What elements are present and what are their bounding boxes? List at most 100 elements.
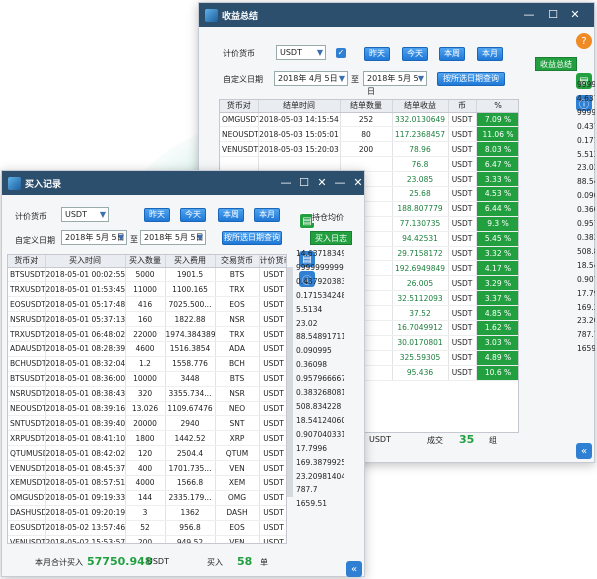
- table-cell: 20000: [125, 415, 166, 432]
- table-cell: USDT: [448, 260, 477, 277]
- list-item: 1659.51: [296, 499, 328, 509]
- column-header[interactable]: 币: [448, 100, 477, 113]
- column-header[interactable]: 结单收益: [392, 100, 449, 113]
- profit-summary-tag[interactable]: 收益总结: [535, 57, 577, 71]
- table-row[interactable]: BTSUSDT 2018-05-01 00:02:55 5000 1901.5 BTS U…: [8, 267, 286, 283]
- date-from-select[interactable]: 2018年 5月 5日 ▼: [61, 230, 127, 245]
- table-cell: TRX: [215, 326, 260, 342]
- table-row[interactable]: XEMUSDT 2018-05-01 08:57:51 4000 1566.8 XEM U…: [8, 475, 286, 491]
- table-row[interactable]: OMGUSDT 2018-05-01 09:19:33 144 2335.179...…: [8, 490, 286, 506]
- column-header[interactable]: 计价货币: [259, 255, 286, 268]
- chevron-down-icon: ▼: [417, 74, 424, 83]
- today-button[interactable]: 今天: [180, 208, 206, 222]
- table-row[interactable]: XRPUSDT 2018-05-01 08:41:10 1800 1442.52 XRP…: [8, 430, 286, 447]
- scrollbar[interactable]: [287, 267, 293, 497]
- checkbox-icon[interactable]: ✓: [336, 48, 346, 58]
- table-cell: 200: [125, 535, 166, 543]
- month-button[interactable]: 本月: [254, 208, 280, 222]
- column-header[interactable]: 买入数量: [125, 255, 166, 268]
- column-header[interactable]: 买入时间: [45, 255, 126, 268]
- list-item: 0.171534248: [296, 290, 344, 300]
- week-button[interactable]: 本周: [218, 208, 244, 222]
- table-cell: 2018-05-03 14:15:54: [258, 112, 341, 128]
- table-cell: XRP: [215, 430, 260, 447]
- date-from-select[interactable]: 2018年 4月 5日 ▼: [274, 71, 348, 86]
- table-row[interactable]: VENUSDT 2018-05-02 15:53:57 200 949.52 VEN US…: [8, 535, 286, 543]
- collapse-icon[interactable]: «: [576, 443, 592, 459]
- close-icon[interactable]: ✕: [567, 3, 583, 27]
- table-cell: 200: [340, 141, 393, 158]
- list-item: 1659.51: [577, 344, 595, 354]
- table-cell: 1.62 %: [476, 320, 518, 336]
- table-cell: TRXUSDT: [8, 281, 46, 298]
- table-row[interactable]: BTSUSDT 2018-05-01 08:36:00 10000 3448 BTS US…: [8, 371, 286, 387]
- table-cell: 6.44 %: [476, 201, 518, 217]
- table-row[interactable]: DASHUSDT2018-05-01 09:20:1931362DASHUSDT: [8, 505, 286, 521]
- table-row[interactable]: EOSUSDT 2018-05-02 13:57:46 52 956.8 EOS USDT: [8, 520, 286, 536]
- query-button[interactable]: 按所选日期查询: [222, 231, 282, 245]
- table-cell: BTS: [215, 267, 260, 283]
- table-cell: 2018-05-01 09:20:19: [45, 505, 126, 521]
- maximize-icon[interactable]: ☐: [545, 3, 561, 27]
- close-icon[interactable]: ✕: [314, 171, 330, 195]
- minimize-icon[interactable]: —: [278, 171, 294, 195]
- column-header[interactable]: 结单时间: [258, 100, 341, 113]
- table-cell: 2018-05-01 08:39:40: [45, 415, 126, 432]
- week-button[interactable]: 本周: [439, 47, 465, 61]
- buy-log-tag[interactable]: 买入日志: [310, 231, 352, 245]
- column-header[interactable]: 买入费用: [165, 255, 216, 268]
- table-row[interactable]: NSRUSDT 2018-05-01 05:37:13 160 1822.88 NSR U…: [8, 311, 286, 328]
- list-item: 14.637183492: [296, 249, 344, 258]
- table-row[interactable]: NSRUSDT 2018-05-01 08:38:43 320 3355.734...…: [8, 386, 286, 402]
- date-to-select[interactable]: 2018年 5月 5日 ▼: [140, 230, 206, 245]
- table-row[interactable]: TRXUSDT 2018-05-01 06:48:02 22000 1974.3843…: [8, 326, 286, 342]
- table-row[interactable]: EOSUSDT 2018-05-01 05:17:48 416 7025.500...…: [8, 296, 286, 313]
- column-header[interactable]: 货币对: [220, 100, 259, 113]
- window-title: 买入记录: [25, 179, 62, 190]
- column-header[interactable]: 结单数量: [340, 100, 393, 113]
- table-row[interactable]: ADAUSDT 2018-05-01 08:28:39 4600 1516.3854 A…: [8, 341, 286, 357]
- minimize-icon[interactable]: —: [332, 171, 348, 195]
- table-row[interactable]: NEOUSDT 2018-05-03 15:05:01 80 117.2368457 U…: [220, 126, 518, 143]
- maximize-icon[interactable]: ☐: [296, 171, 312, 195]
- column-header[interactable]: %: [476, 100, 518, 113]
- today-button[interactable]: 今天: [402, 47, 428, 61]
- collapse-icon[interactable]: «: [346, 561, 362, 577]
- position-avg-values: 14.637183492 9999999999 0.437920383 0.17153…: [296, 247, 344, 511]
- table-cell: TRX: [215, 281, 260, 298]
- date-to-select[interactable]: 2018年 5月 5日 ▼: [363, 71, 427, 96]
- table-row[interactable]: OMGUSDT 2018-05-03 14:15:54 252 332.0130649…: [220, 112, 518, 128]
- minimize-icon[interactable]: —: [521, 3, 537, 27]
- table-cell: 2018-05-01 08:38:43: [45, 386, 126, 402]
- yesterday-button[interactable]: 昨天: [144, 208, 170, 222]
- table-row[interactable]: VENUSDT 2018-05-03 15:20:03 200 78.96 USDT 8.…: [220, 141, 518, 158]
- table-cell: 95.436: [392, 365, 449, 381]
- table-cell: 10000: [125, 371, 166, 387]
- table-row[interactable]: VENUSDT 2018-05-01 08:45:37 400 1701.735...…: [8, 460, 286, 476]
- month-button[interactable]: 本月: [477, 47, 503, 61]
- table-cell: 5.45 %: [476, 231, 518, 247]
- table-row[interactable]: NEOUSDT 2018-05-01 08:39:16 13.026 1109.674…: [8, 401, 286, 417]
- table-row[interactable]: SNTUSDT 2018-05-01 08:39:40 20000 2940 SNT US…: [8, 415, 286, 432]
- table-row[interactable]: QTUMUSDT2018-05-01 08:42:021202504.4QTUM…: [8, 445, 286, 462]
- table-cell: 1442.52: [165, 430, 216, 447]
- column-header[interactable]: 交易货币: [215, 255, 260, 268]
- pricing-select[interactable]: USDT ▼: [61, 207, 109, 222]
- table-cell: XRPUSDT: [8, 430, 46, 447]
- close-icon[interactable]: ✕: [350, 171, 366, 195]
- table-cell: EOS: [215, 520, 260, 536]
- table-cell: 2018-05-02 15:53:57: [45, 535, 126, 543]
- yesterday-button[interactable]: 昨天: [364, 47, 390, 61]
- help-icon[interactable]: ?: [576, 33, 592, 49]
- table-row[interactable]: BCHUSDT 2018-05-01 08:32:04 1.2 1558.776 BCH…: [8, 356, 286, 372]
- table-cell: DASH: [215, 505, 260, 521]
- table-cell: USDT: [259, 296, 286, 313]
- query-button[interactable]: 按所选日期查询: [437, 72, 505, 86]
- table-cell: XEM: [215, 475, 260, 491]
- table-row[interactable]: TRXUSDT 2018-05-01 01:53:45 11000 1100.165 T…: [8, 281, 286, 298]
- table-cell: 949.52: [165, 535, 216, 543]
- table-cell: VEN: [215, 460, 260, 476]
- pricing-select[interactable]: USDT ▼: [276, 45, 326, 60]
- column-header[interactable]: 货币对: [8, 255, 46, 268]
- list-item: 0.171534248: [577, 135, 595, 145]
